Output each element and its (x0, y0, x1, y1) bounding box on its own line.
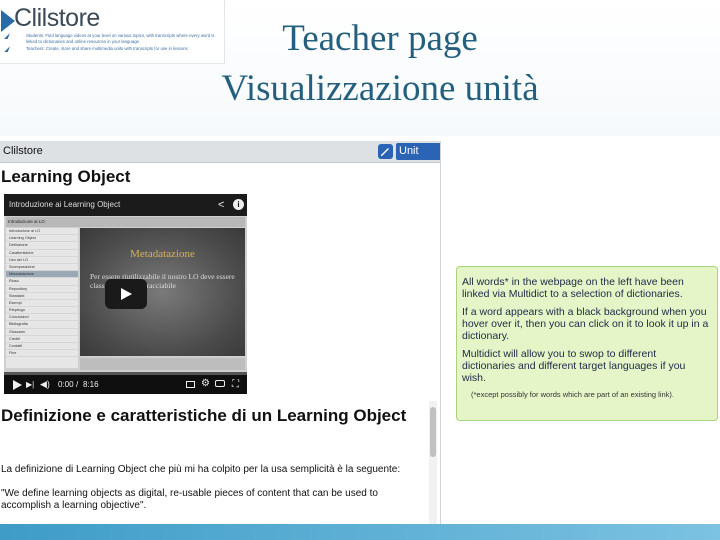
clilstore-unit-pane: Clilstore Unit info Learning Object Intr… (0, 141, 441, 524)
toc-item: Learning Object (6, 235, 78, 243)
next-icon[interactable]: ▶| (26, 380, 34, 389)
toc-item: Introduzione ai LO (6, 228, 78, 236)
toc-item: Standard (6, 293, 78, 300)
video-info-icon[interactable]: i (233, 199, 244, 210)
video-player[interactable]: Introduzione ai Learning Object < i Intr… (4, 194, 247, 394)
logo-wordmark: Clilstore (14, 4, 100, 32)
info-paragraph: If a word appears with a black backgroun… (462, 306, 709, 342)
slide-title-line2: Visualizzazione unità (221, 68, 539, 109)
tagline-arrow-icon (4, 46, 10, 53)
logo-tagline-teachers: Teachers: Create, store and share multim… (4, 46, 221, 53)
toc-item: Bibliografia (6, 321, 78, 329)
slide-heading: Metadatazione (130, 248, 195, 260)
slide-footer-band (0, 524, 720, 540)
youtube-icon[interactable] (215, 380, 225, 387)
info-footnote: (*except possibly for words which are pa… (471, 390, 675, 399)
toc-item: Repository (6, 286, 78, 293)
toc-item: Contatti (6, 343, 78, 351)
toc-item: Uso dei LO (6, 257, 78, 264)
slide-title: Teacher page Visualizzazione unità (200, 14, 560, 114)
toc-item: Scomposizione (6, 264, 78, 272)
info-paragraph: All words* in the webpage on the left ha… (462, 276, 684, 300)
play-small-icon[interactable] (13, 380, 22, 390)
clilstore-logo: Clilstore Students: Find language videos… (0, 0, 225, 64)
section-heading: Definizione e caratteristiche di un Lear… (1, 406, 407, 425)
fullscreen-icon[interactable]: ⛶ (232, 379, 239, 390)
progress-bar[interactable] (4, 372, 247, 375)
video-titlebar: Introduzione ai Learning Object < i (4, 194, 247, 216)
toc-item-selected: Metadatazione (6, 271, 78, 279)
toc-item: Conclusioni (6, 314, 78, 322)
info-paragraph: Multidict will allow you to swop to diff… (462, 348, 686, 384)
scrollbar[interactable] (429, 401, 437, 524)
captions-icon[interactable] (186, 381, 195, 388)
logo-arrow-icon (1, 10, 15, 32)
paragraph-definition-quote: "We define learning objects as digital, … (1, 488, 378, 511)
slide-header: Clilstore Students: Find language videos… (0, 0, 720, 136)
toc-item: Crediti (6, 336, 78, 343)
toc-item: Riepilogo (6, 307, 78, 315)
toc-list: Introduzione ai LO Learning Object Defin… (6, 228, 78, 368)
tagline-arrow-icon (4, 33, 10, 39)
toc-item: Glossario (6, 329, 78, 336)
multidict-info-panel: All words* in the webpage on the left ha… (456, 266, 718, 421)
volume-icon[interactable]: ◀) (40, 379, 50, 390)
slide-title-line1: Teacher page (282, 18, 478, 59)
gear-icon[interactable]: ⚙ (201, 378, 210, 389)
edit-icon[interactable] (378, 144, 393, 159)
toc-item: Riuso (6, 278, 78, 286)
toc-item: Esempi (6, 300, 78, 308)
unit-info-button[interactable]: Unit info (396, 143, 440, 174)
time-separator: / (76, 380, 79, 389)
unit-title: Learning Object (1, 167, 131, 186)
toc-header: Introduzione ai LO (6, 217, 245, 227)
play-icon[interactable] (105, 279, 147, 309)
toc-item: Definizione (6, 242, 78, 250)
video-controls: ▶| ◀) 0:00 / 8:16 ⚙ ⛶ (4, 372, 247, 394)
time-total: 8:16 (83, 380, 99, 389)
paragraph-definition-intro: La definizione di Learning Object che pi… (1, 464, 401, 475)
app-home-link[interactable]: Clilstore (3, 145, 43, 157)
logo-tagline-students: Students: Find language videos at your l… (4, 33, 221, 44)
time-current: 0:00 (58, 380, 74, 389)
logo-taglines: Students: Find language videos at your l… (4, 33, 221, 53)
share-icon[interactable]: < (218, 199, 224, 211)
video-title[interactable]: Introduzione ai Learning Object (9, 200, 120, 209)
app-topbar: Clilstore Unit info (0, 141, 440, 174)
presentation-controls (80, 358, 245, 370)
toc-item: Caratteristiche (6, 250, 78, 257)
toc-item: Fine (6, 350, 78, 358)
scrollbar-thumb[interactable] (430, 407, 436, 457)
